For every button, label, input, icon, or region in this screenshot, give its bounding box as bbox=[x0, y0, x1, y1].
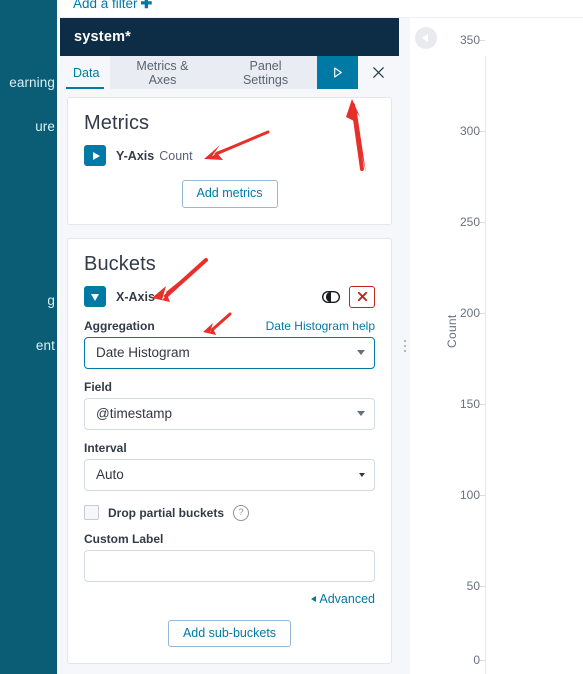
tab-metrics-axes[interactable]: Metrics & Axes bbox=[110, 56, 214, 89]
chevron-down-icon bbox=[359, 472, 365, 477]
bucket-row-x-axis[interactable]: X-Axis bbox=[84, 285, 375, 308]
metrics-panel-title: Metrics bbox=[84, 112, 150, 134]
y-axis-title: Count bbox=[445, 314, 459, 348]
metrics-actions: Add metrics bbox=[84, 180, 375, 208]
buckets-actions: Add sub-buckets bbox=[84, 619, 375, 647]
y-tick-label: 250 bbox=[459, 215, 480, 229]
aggregation-select[interactable]: Date Histogram bbox=[84, 336, 375, 369]
field-select-value: @timestamp bbox=[96, 406, 172, 421]
editor-tab-bar: Data Metrics & Axes Panel Settings bbox=[60, 56, 400, 89]
tab-panel-settings[interactable]: Panel Settings bbox=[215, 56, 317, 89]
nav-item-logging[interactable]: g bbox=[47, 293, 55, 308]
interval-label: Interval bbox=[84, 440, 127, 455]
y-tick-label: 300 bbox=[459, 124, 480, 138]
remove-x-icon bbox=[357, 291, 367, 302]
aggregation-label-row: Aggregation Date Histogram help bbox=[84, 319, 375, 333]
drop-partial-buckets-row: Drop partial buckets ? bbox=[84, 504, 375, 521]
buckets-panel-title: Buckets bbox=[84, 252, 156, 275]
add-metrics-button[interactable]: Add metrics bbox=[181, 180, 278, 208]
drop-partial-buckets-label: Drop partial buckets bbox=[108, 505, 225, 520]
y-tick-label: 150 bbox=[459, 397, 480, 411]
metrics-panel: Metrics Y-Axis Count Add metrics bbox=[67, 97, 392, 225]
drop-partial-buckets-checkbox[interactable] bbox=[84, 505, 99, 520]
close-editor-button[interactable] bbox=[358, 56, 400, 89]
chevron-down-icon bbox=[357, 411, 365, 416]
metric-expand-toggle[interactable] bbox=[84, 145, 106, 166]
y-tick-label: 200 bbox=[459, 306, 480, 320]
toggle-switch-icon bbox=[322, 290, 340, 303]
advanced-row: Advanced bbox=[84, 592, 375, 606]
aggregation-select-value: Date Histogram bbox=[96, 345, 190, 360]
add-filter-label: Add a filter bbox=[73, 0, 138, 11]
y-axis-line bbox=[485, 56, 486, 674]
field-label: Field bbox=[84, 379, 113, 394]
bucket-expand-toggle[interactable] bbox=[84, 286, 106, 307]
aggregation-label: Aggregation bbox=[84, 318, 155, 333]
triangle-right-icon bbox=[92, 151, 100, 160]
date-histogram-help-link[interactable]: Date Histogram help bbox=[266, 319, 375, 333]
y-tick-label: 350 bbox=[459, 33, 480, 47]
apply-changes-button[interactable] bbox=[316, 56, 359, 89]
nav-item-machine-learning[interactable]: earning bbox=[9, 75, 55, 90]
remove-bucket-button[interactable] bbox=[349, 285, 375, 308]
y-tick-label: 100 bbox=[459, 488, 480, 502]
custom-label-input[interactable] bbox=[84, 549, 375, 582]
y-tick-label: 50 bbox=[466, 579, 480, 593]
drag-handle-icon bbox=[403, 340, 406, 352]
metric-row-y-axis[interactable]: Y-Axis Count bbox=[84, 145, 375, 166]
editor-resize-handle[interactable] bbox=[399, 18, 410, 674]
nav-item-infrastructure[interactable]: ure bbox=[35, 119, 55, 134]
filter-bar: Add a filter ✚ bbox=[57, 0, 583, 18]
close-x-icon bbox=[373, 67, 384, 78]
y-tick-label: 0 bbox=[473, 653, 480, 667]
advanced-toggle[interactable]: Advanced bbox=[311, 592, 375, 606]
chevron-left-icon bbox=[422, 34, 428, 42]
global-nav-sidebar: earning ure g ent bbox=[0, 0, 57, 674]
help-icon[interactable]: ? bbox=[233, 504, 250, 521]
interval-select[interactable]: Auto bbox=[84, 458, 375, 491]
field-select[interactable]: @timestamp bbox=[84, 397, 375, 430]
editor-title-bar: system* bbox=[60, 18, 399, 56]
advanced-label: Advanced bbox=[319, 591, 375, 606]
nav-item-management[interactable]: ent bbox=[36, 338, 55, 353]
tab-data[interactable]: Data bbox=[60, 56, 111, 89]
add-sub-buckets-button[interactable]: Add sub-buckets bbox=[167, 619, 292, 647]
play-triangle-icon bbox=[334, 67, 342, 78]
buckets-panel: Buckets X-Axis Aggregation Date Histogra… bbox=[67, 237, 392, 664]
add-filter-link[interactable]: Add a filter ✚ bbox=[73, 0, 152, 12]
collapse-sidebar-button[interactable] bbox=[415, 27, 437, 49]
triangle-down-icon bbox=[91, 294, 99, 301]
bucket-label: X-Axis bbox=[116, 289, 155, 304]
metric-sublabel: Count bbox=[159, 148, 193, 163]
disable-aggregation-toggle[interactable] bbox=[319, 286, 343, 308]
visualization-chart-area: Count 350 300 250 200 150 100 50 0 bbox=[410, 18, 583, 674]
triangle-left-icon bbox=[311, 595, 317, 602]
interval-select-value: Auto bbox=[96, 467, 124, 482]
metric-label: Y-Axis bbox=[116, 148, 155, 163]
editor-scroll-body: Metrics Y-Axis Count Add metrics Buckets… bbox=[60, 89, 399, 674]
plus-icon: ✚ bbox=[140, 0, 153, 11]
visualization-editor-panel: system* Data Metrics & Axes Panel Settin… bbox=[60, 18, 400, 674]
custom-label-label: Custom Label bbox=[84, 531, 164, 546]
page-title: system* bbox=[74, 29, 132, 45]
chevron-down-icon bbox=[357, 350, 365, 355]
